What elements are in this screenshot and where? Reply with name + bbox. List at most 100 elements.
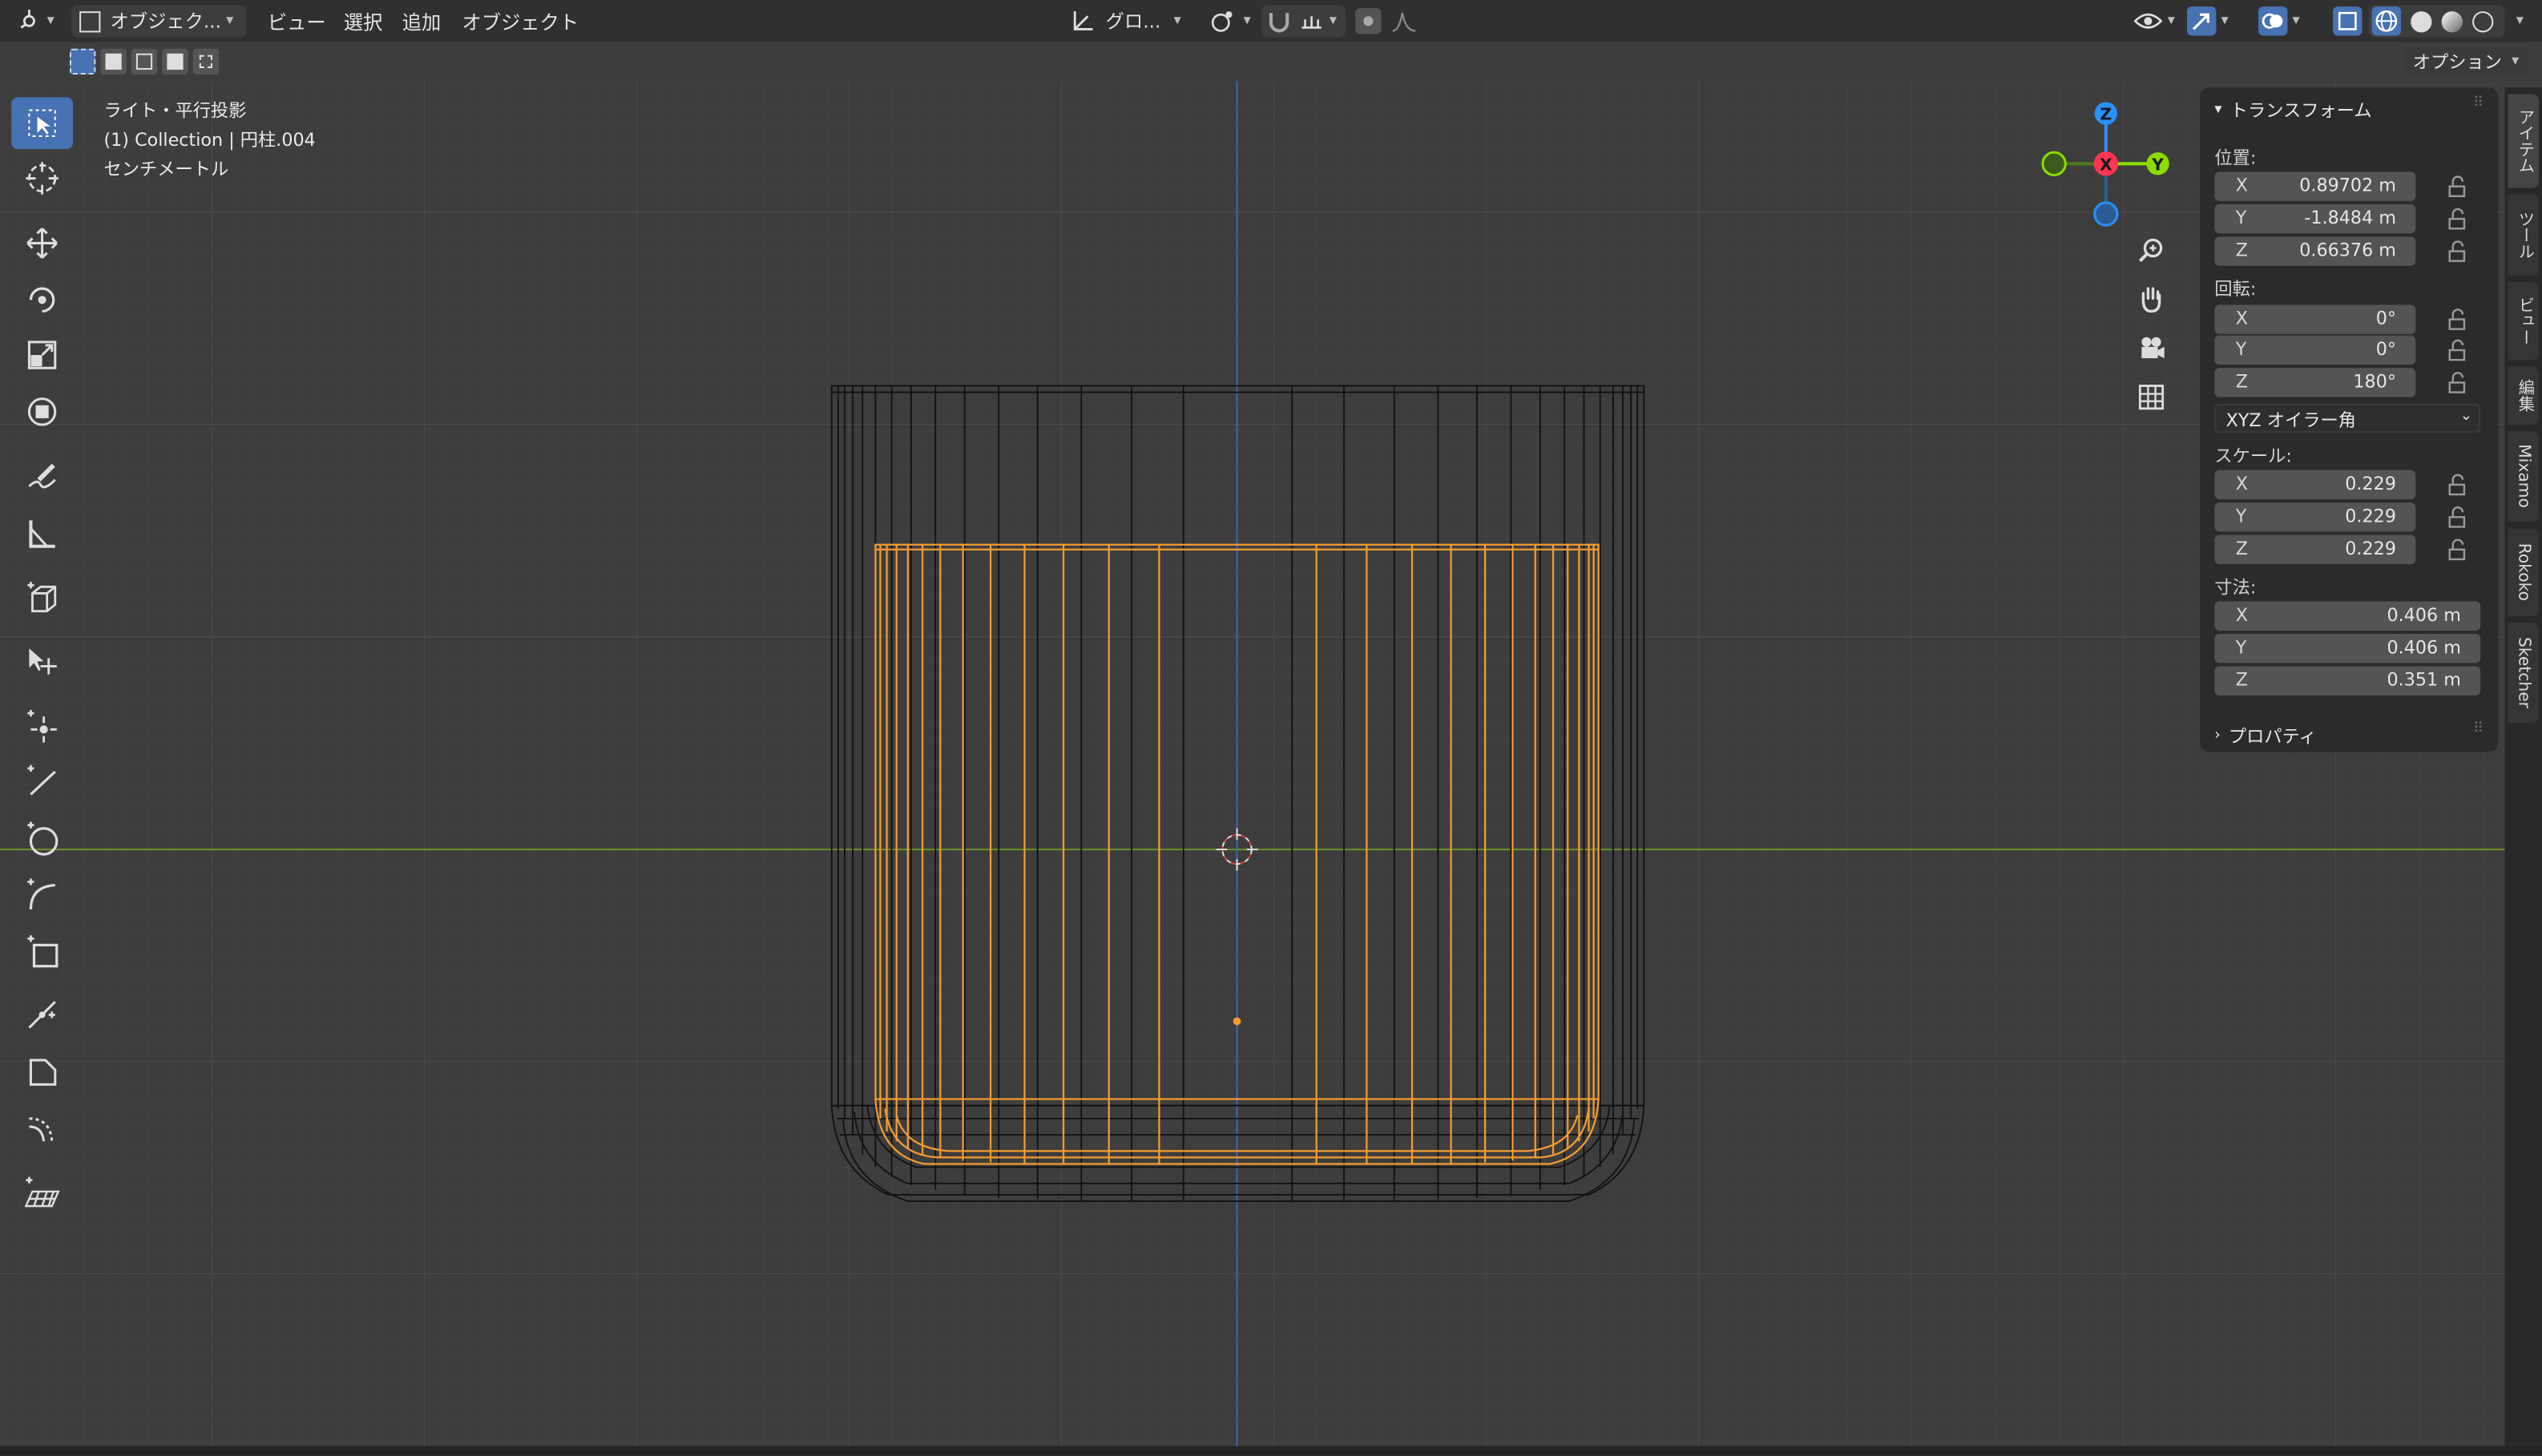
transform-panel-header[interactable]: ▾ トランスフォーム [2214,97,2371,123]
lock-icon[interactable] [2447,240,2469,262]
hand-icon [2141,287,2161,313]
tool-add-point[interactable] [11,700,73,752]
location-z-field[interactable]: Z 0.66376 m [2214,236,2416,266]
tab-tool[interactable]: ツール [2508,194,2540,276]
proportional-edit-toggle[interactable] [1352,5,1426,37]
menu-view[interactable]: ビュー [268,8,326,35]
scale-label: スケール: [2214,446,2292,467]
editor-type-button[interactable]: ▾ [16,5,54,37]
view-name: ライト・平行投影 [103,100,247,122]
dimensions-y-field[interactable]: Y 0.406 m [2214,633,2481,663]
material-shading-icon[interactable] [2441,10,2463,32]
tab-edit[interactable]: 編集 [2508,366,2540,426]
wireframe-shading-icon[interactable] [2371,6,2402,36]
viewport-info: ライト・平行投影 (1) Collection | 円柱.004 センチメートル [103,97,315,184]
tool-curve-stroke[interactable] [11,1103,73,1155]
snap-toggle[interactable]: ▾ [1261,5,1346,38]
lock-icon[interactable] [2447,175,2469,197]
cursor-icon [26,162,59,195]
transform-orientation-select[interactable]: グロ... ▾ [1070,5,1181,37]
solid-shading-icon[interactable] [2411,10,2432,32]
select-invert-icon[interactable] [162,48,188,75]
tab-rokoko[interactable]: Rokoko [2508,528,2540,616]
tool-add-arc[interactable] [11,869,73,921]
select-new-icon[interactable] [69,48,96,75]
zoom-button[interactable] [2132,232,2171,271]
scale-y-field[interactable]: Y 0.229 [2214,502,2416,532]
add-line-icon [27,764,56,796]
tool-knife-line[interactable] [11,989,73,1041]
tool-rotate[interactable] [11,274,73,326]
navigation-gizmo[interactable]: Z Y X [2035,94,2181,240]
rendered-shading-icon[interactable] [2472,10,2494,32]
tool-move[interactable] [11,217,73,269]
menu-add[interactable]: 追加 [402,8,442,35]
tool-extrude[interactable] [11,635,73,688]
xray-icon [2333,6,2362,36]
select-intersect-icon[interactable] [192,48,220,75]
location-x-field[interactable]: X 0.89702 m [2214,171,2416,201]
lock-icon[interactable] [2447,339,2469,361]
selection-mode-group [69,48,220,75]
lock-icon[interactable] [2447,208,2469,230]
unit-system: センチメートル [103,159,229,180]
scale-z-field[interactable]: Z 0.229 [2214,534,2416,565]
pan-button[interactable] [2132,280,2171,320]
tool-scale[interactable] [11,329,73,381]
gizmo-toggle[interactable]: ▾ [2187,5,2229,37]
tool-measure[interactable] [11,507,73,559]
lock-icon[interactable] [2447,371,2469,393]
tool-add-grid[interactable] [11,1168,73,1220]
tab-item[interactable]: アイテム [2508,94,2540,188]
tool-cursor[interactable] [11,152,73,204]
pivot-point-select[interactable]: ▾ [1209,5,1251,37]
select-extend-icon[interactable] [100,48,127,75]
falloff-icon [1392,12,1416,32]
tool-add-circle[interactable] [11,813,73,865]
dimensions-z-field[interactable]: Z 0.351 m [2214,666,2481,696]
overlay-toggle[interactable]: ▾ [2258,5,2300,37]
tool-add-line[interactable] [11,756,73,808]
tab-mixamo[interactable]: Mixamo [2508,431,2540,522]
rotation-x-field[interactable]: X 0° [2214,305,2416,334]
mode-select[interactable]: オブジェク... ▾ [71,5,247,38]
tab-sketcher[interactable]: Sketcher [2508,622,2540,724]
location-y-field[interactable]: Y -1.8484 m [2214,204,2416,234]
select-subtract-icon[interactable] [131,48,158,75]
lock-icon[interactable] [2447,308,2469,330]
xray-toggle[interactable] [2333,5,2362,37]
tool-add-cube[interactable] [11,572,73,624]
dimensions-x-field[interactable]: X 0.406 m [2214,601,2481,631]
rotation-z-field[interactable]: Z 180° [2214,368,2416,397]
rotation-mode-select[interactable]: XYZ オイラー角 ⌄ [2214,403,2481,434]
tool-annotate[interactable] [11,450,73,502]
menu-select[interactable]: 選択 [344,8,383,35]
chevron-down-icon: ⌄ [2459,408,2473,426]
perspective-toggle-button[interactable] [2132,377,2171,417]
axis-label: X [2235,604,2248,626]
options-dropdown[interactable]: オプション ▾ [2403,46,2529,77]
tab-view[interactable]: ビュー [2508,282,2540,361]
drag-handle-icon[interactable]: ⠿ [2473,721,2485,737]
tool-select-box[interactable] [11,97,74,150]
shading-options-chevron-icon[interactable]: ▾ [2516,13,2524,29]
properties-panel-header[interactable]: › プロパティ [2214,723,2316,748]
menu-object[interactable]: オブジェクト [462,8,579,35]
lock-icon[interactable] [2447,538,2469,561]
scale-icon [27,341,57,369]
field-value: 0.406 m [2387,604,2461,626]
drag-handle-icon[interactable]: ⠿ [2473,95,2485,111]
editor-type-icon [20,10,35,29]
chevron-down-icon: ▾ [1329,13,1338,30]
scale-x-field[interactable]: X 0.229 [2214,470,2416,500]
camera-view-button[interactable] [2132,329,2171,369]
tool-add-rectangle[interactable] [11,926,73,978]
lock-icon[interactable] [2447,506,2469,528]
tool-transform[interactable] [11,385,73,438]
lock-icon[interactable] [2447,474,2469,496]
3d-viewport[interactable] [0,81,2505,1446]
rotation-y-field[interactable]: Y 0° [2214,335,2416,365]
gizmo-x-label: X [2100,155,2112,174]
visibility-select[interactable]: ▾ [2133,5,2175,37]
tool-shape[interactable] [11,1046,73,1098]
